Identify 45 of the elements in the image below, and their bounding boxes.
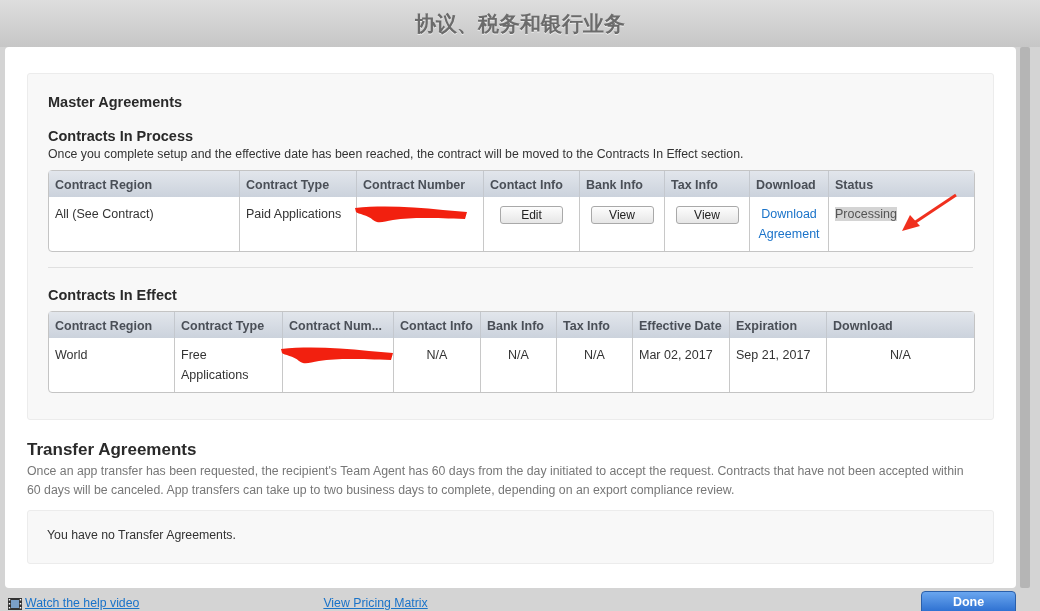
column-header: Status bbox=[828, 171, 974, 197]
table-button[interactable]: View bbox=[590, 206, 654, 224]
help-video-link[interactable]: Watch the help video bbox=[25, 596, 140, 610]
table-cell: Free Applications bbox=[181, 348, 249, 382]
film-icon bbox=[8, 598, 22, 610]
table-cell: Paid Applications bbox=[246, 207, 342, 221]
section-description: Once you complete setup and the effective date has been reached, the contract will be moved to the Contracts In Effect section. bbox=[48, 147, 745, 161]
highlighted-text: Processing bbox=[835, 207, 897, 221]
section-heading: Contracts In Process bbox=[48, 128, 195, 144]
download-link[interactable]: Download Agreement bbox=[756, 204, 822, 244]
table-cell: Sep 21, 2017 bbox=[736, 348, 811, 362]
column-header: Contact Info bbox=[393, 312, 480, 338]
table-button[interactable]: Edit bbox=[500, 206, 563, 224]
table-cell: N/A bbox=[584, 348, 605, 362]
column-header: Expiration bbox=[729, 312, 826, 338]
section-heading: Contracts In Effect bbox=[48, 287, 178, 303]
pricing-matrix-link[interactable]: View Pricing Matrix bbox=[323, 596, 428, 610]
done-button[interactable]: Done bbox=[921, 591, 1016, 611]
column-header: Bank Info bbox=[480, 312, 556, 338]
table-cell: All (See Contract) bbox=[55, 207, 154, 221]
table-cell: Mar 02, 2017 bbox=[639, 348, 713, 362]
column-header: Contract Type bbox=[239, 171, 356, 197]
window-title: 协议、税务和银行业务 bbox=[415, 10, 625, 38]
column-header: Contract Type bbox=[174, 312, 282, 338]
table-cell: N/A bbox=[508, 348, 529, 362]
column-header: Contract Number bbox=[356, 171, 483, 197]
scrollbar[interactable] bbox=[1020, 47, 1030, 588]
column-header: Tax Info bbox=[556, 312, 632, 338]
column-header: Contract Region bbox=[49, 312, 174, 338]
column-header: Bank Info bbox=[579, 171, 664, 197]
section-heading: Master Agreements bbox=[48, 94, 184, 110]
column-header: Tax Info bbox=[664, 171, 749, 197]
column-header: Effective Date bbox=[632, 312, 729, 338]
table-cell: World bbox=[55, 348, 88, 362]
section-description: Once an app transfer has been requested, the recipient's Team Agent has 60 days from the day initiated to accept the request. Contracts that have not been accepted within 60 days will be canceled. App transfers can take up to two business days to complete, depending on an export compliance review. bbox=[27, 463, 965, 499]
column-header: Contract Num... bbox=[282, 312, 393, 338]
table-cell: N/A bbox=[426, 348, 448, 362]
column-header: Download bbox=[826, 312, 974, 338]
empty-message: You have no Transfer Agreements. bbox=[47, 528, 236, 542]
column-header: Contact Info bbox=[483, 171, 579, 197]
column-header: Download bbox=[749, 171, 828, 197]
section-heading: Transfer Agreements bbox=[27, 440, 198, 460]
table-cell: N/A bbox=[890, 348, 911, 362]
column-header: Contract Region bbox=[49, 171, 239, 197]
table-button[interactable]: View bbox=[675, 206, 739, 224]
